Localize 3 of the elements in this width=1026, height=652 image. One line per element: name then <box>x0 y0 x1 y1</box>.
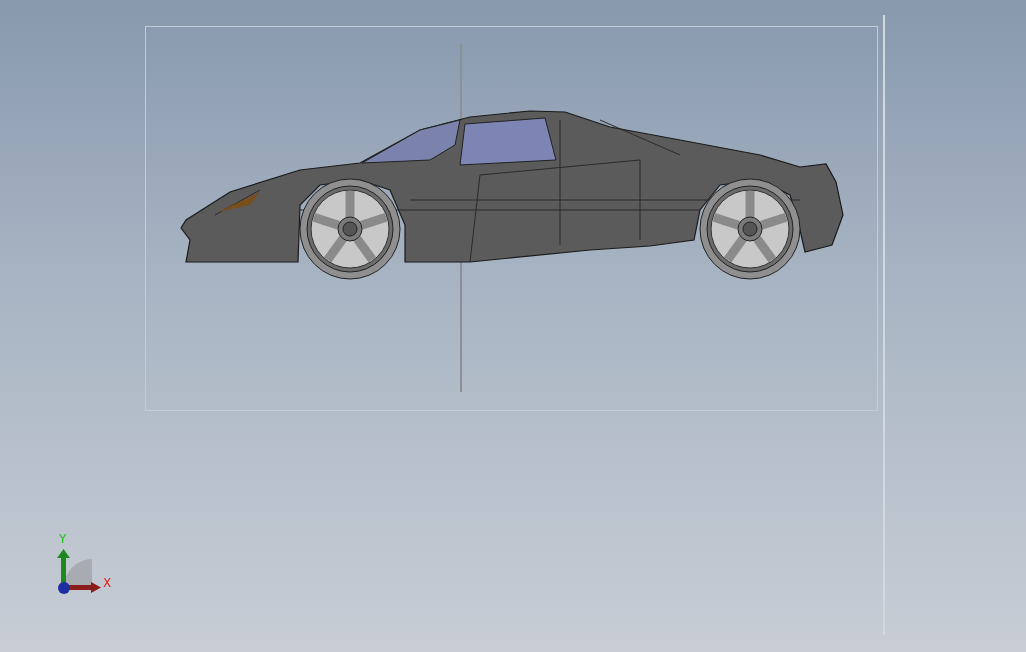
x-axis-label: X <box>103 577 112 589</box>
axis-triad-icon <box>57 549 101 594</box>
y-axis-label: Y <box>59 533 67 545</box>
